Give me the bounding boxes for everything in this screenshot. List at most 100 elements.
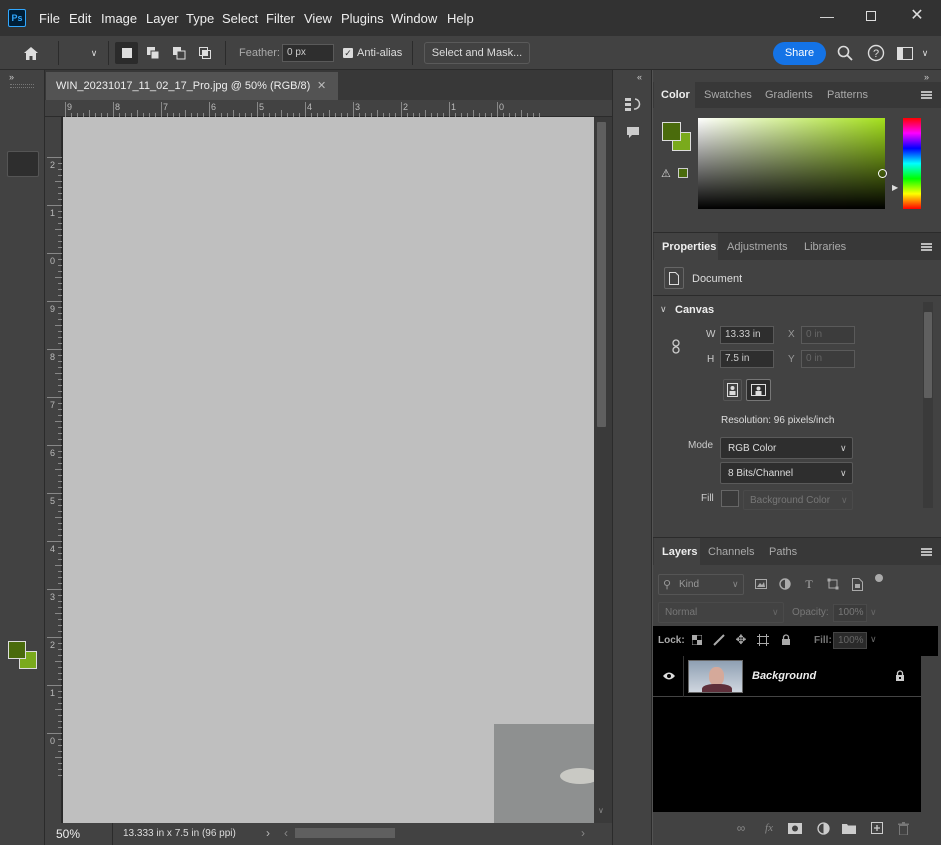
close-tab-icon[interactable]: ✕: [317, 79, 326, 92]
scroll-down-icon[interactable]: ∨: [598, 806, 604, 815]
tool-preset-chevron-icon[interactable]: ∨: [86, 44, 102, 62]
workspace-chevron-icon[interactable]: ∨: [918, 45, 932, 61]
menu-window[interactable]: Window: [391, 11, 437, 26]
lock-transparent-icon[interactable]: [691, 634, 703, 646]
filter-smart-object-icon[interactable]: [848, 575, 866, 593]
filter-adjustment-icon[interactable]: [776, 575, 794, 593]
filter-shape-icon[interactable]: [824, 575, 842, 593]
delete-layer-icon[interactable]: [895, 820, 911, 836]
height-input[interactable]: 7.5 in: [720, 350, 774, 368]
opacity-input[interactable]: 100%: [833, 604, 867, 622]
color-field[interactable]: [698, 118, 887, 209]
new-group-icon[interactable]: [841, 820, 857, 836]
tab-patterns[interactable]: Patterns: [827, 89, 868, 101]
tab-swatches[interactable]: Swatches: [704, 89, 752, 101]
expand-dock-icon[interactable]: »: [924, 72, 929, 82]
visibility-eye-icon[interactable]: [661, 668, 677, 684]
lock-artboard-icon[interactable]: [756, 633, 770, 647]
scroll-left-icon[interactable]: ‹: [284, 826, 288, 840]
filter-type-icon[interactable]: T: [800, 575, 818, 593]
subtract-selection-icon[interactable]: [168, 42, 190, 64]
tools-grip[interactable]: [10, 84, 34, 88]
menu-help[interactable]: Help: [447, 11, 474, 26]
mode-select[interactable]: RGB Color ∨: [720, 437, 853, 459]
fill-swatch[interactable]: [721, 490, 739, 507]
menu-image[interactable]: Image: [101, 11, 137, 26]
tab-paths[interactable]: Paths: [769, 546, 797, 558]
tab-gradients[interactable]: Gradients: [765, 89, 813, 101]
canvas-collapse-chevron-icon[interactable]: ∨: [660, 304, 667, 315]
y-input[interactable]: 0 in: [801, 350, 855, 368]
link-layers-icon[interactable]: ∞: [733, 820, 749, 836]
filter-pixel-icon[interactable]: [752, 575, 770, 593]
antialias-checkbox[interactable]: ✓: [343, 48, 353, 58]
menu-layer[interactable]: Layer: [146, 11, 179, 26]
add-selection-icon[interactable]: [142, 42, 164, 64]
lock-position-icon[interactable]: ✥: [734, 632, 748, 647]
new-selection-icon[interactable]: [115, 42, 138, 64]
opacity-chevron-icon[interactable]: ∨: [870, 607, 877, 618]
close-icon[interactable]: ✕: [905, 6, 929, 26]
tab-libraries[interactable]: Libraries: [804, 241, 846, 253]
collapse-dock-icon[interactable]: «: [637, 72, 642, 82]
horizontal-scroll-thumb[interactable]: [295, 828, 395, 838]
layer-row[interactable]: Background: [653, 656, 921, 697]
properties-scrollbar[interactable]: [923, 302, 933, 508]
help-icon[interactable]: ?: [866, 43, 886, 63]
color-panel-menu-icon[interactable]: [921, 91, 932, 99]
active-tool-slot[interactable]: [7, 151, 39, 177]
x-input[interactable]: 0 in: [801, 326, 855, 344]
workspace-icon[interactable]: [897, 45, 913, 61]
menu-select[interactable]: Select: [222, 11, 258, 26]
blend-mode-select[interactable]: Normal ∨: [658, 602, 784, 623]
menu-plugins[interactable]: Plugins: [341, 11, 384, 26]
minimize-icon[interactable]: —: [815, 6, 839, 26]
fill-select[interactable]: Background Color ∨: [743, 490, 853, 510]
link-dimensions-icon[interactable]: [670, 337, 682, 355]
tab-properties[interactable]: Properties: [662, 241, 716, 253]
tab-layers[interactable]: Layers: [662, 546, 697, 558]
expand-panel-icon[interactable]: »: [9, 72, 14, 82]
history-icon[interactable]: [623, 93, 643, 115]
home-icon[interactable]: [20, 43, 42, 63]
tab-adjustments[interactable]: Adjustments: [727, 241, 788, 253]
properties-scroll-thumb[interactable]: [924, 312, 932, 398]
feather-input[interactable]: 0 px: [282, 44, 334, 62]
layer-kind-filter[interactable]: ⚲ Kind ∨: [658, 574, 744, 595]
filter-toggle-icon[interactable]: [875, 574, 883, 582]
menu-view[interactable]: View: [304, 11, 332, 26]
search-icon[interactable]: [835, 43, 855, 63]
document-tab[interactable]: WIN_20231017_11_02_17_Pro.jpg @ 50% (RGB…: [46, 72, 338, 100]
status-menu-chevron-icon[interactable]: ›: [266, 826, 270, 840]
hue-slider[interactable]: [903, 118, 921, 209]
new-adjustment-layer-icon[interactable]: [815, 820, 831, 836]
intersect-selection-icon[interactable]: [194, 42, 216, 64]
menu-type[interactable]: Type: [186, 11, 214, 26]
menu-filter[interactable]: Filter: [266, 11, 295, 26]
vertical-scroll-thumb[interactable]: [597, 122, 606, 427]
landscape-orientation-icon[interactable]: [746, 379, 771, 401]
layers-scrollbar[interactable]: [921, 656, 938, 812]
color-picker-marker[interactable]: [878, 169, 887, 178]
layer-style-icon[interactable]: fx: [761, 820, 777, 836]
tab-channels[interactable]: Channels: [708, 546, 754, 558]
hue-slider-pointer-icon[interactable]: ▶: [892, 183, 898, 192]
select-and-mask-button[interactable]: Select and Mask...: [424, 42, 530, 64]
web-safe-swatch[interactable]: [678, 168, 688, 178]
width-input[interactable]: 13.33 in: [720, 326, 774, 344]
tab-color[interactable]: Color: [661, 89, 690, 101]
foreground-color-swatch[interactable]: [8, 641, 26, 659]
canvas[interactable]: [63, 117, 594, 823]
vertical-scrollbar[interactable]: ∨: [594, 117, 612, 823]
menu-file[interactable]: File: [39, 11, 60, 26]
layers-panel-menu-icon[interactable]: [921, 548, 932, 556]
color-foreground-swatch[interactable]: [662, 122, 681, 141]
share-button[interactable]: Share: [773, 42, 826, 65]
new-layer-icon[interactable]: [869, 820, 885, 836]
bit-depth-select[interactable]: 8 Bits/Channel ∨: [720, 462, 853, 484]
layer-name[interactable]: Background: [752, 670, 816, 682]
menu-edit[interactable]: Edit: [69, 11, 91, 26]
comments-icon[interactable]: [623, 122, 643, 142]
portrait-orientation-icon[interactable]: [723, 379, 742, 401]
layer-fill-input[interactable]: 100%: [833, 632, 867, 649]
